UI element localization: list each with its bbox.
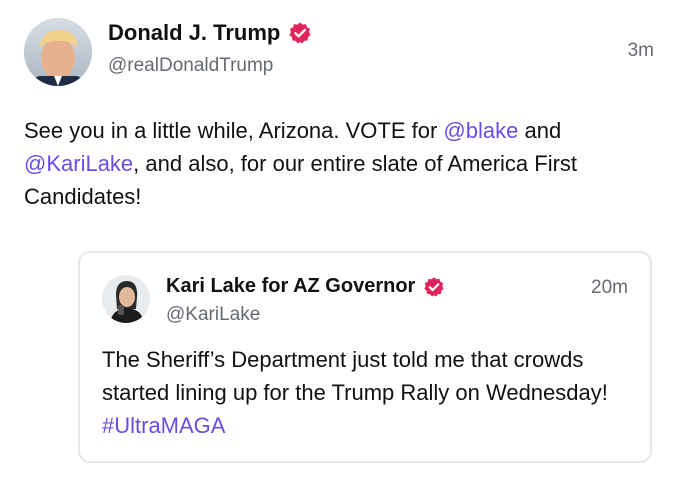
author-name-row: Donald J. Trump <box>108 20 312 46</box>
verified-badge-icon <box>423 276 445 298</box>
quoted-author-handle[interactable]: @KariLake <box>166 304 260 326</box>
quoted-author-name-row: Kari Lake for AZ Governor <box>166 275 445 298</box>
author-handle[interactable]: @realDonaldTrump <box>108 55 273 77</box>
quoted-post-body: The Sheriff’s Department just told me th… <box>102 343 632 442</box>
author-display-name[interactable]: Donald J. Trump <box>108 20 280 46</box>
post-card: Donald J. Trump @realDonaldTrump 3m See … <box>0 0 680 480</box>
hashtag-link-ultramaga[interactable]: #UltraMAGA <box>102 413 225 438</box>
verified-badge-icon <box>288 21 312 45</box>
quoted-author-avatar[interactable] <box>102 275 150 323</box>
quoted-post-timestamp[interactable]: 20m <box>591 277 628 299</box>
post-body: See you in a little while, Arizona. VOTE… <box>24 114 654 213</box>
quoted-author-display-name[interactable]: Kari Lake for AZ Governor <box>166 275 415 298</box>
mention-link-blake[interactable]: @blake <box>443 118 518 143</box>
mention-link-karilake[interactable]: @KariLake <box>24 151 133 176</box>
quoted-post-card[interactable]: Kari Lake for AZ Governor @KariLake 20m … <box>78 251 652 463</box>
post-timestamp[interactable]: 3m <box>628 40 654 62</box>
author-avatar[interactable] <box>24 18 92 86</box>
post-text-segment: and <box>518 118 562 143</box>
quoted-text-segment: The Sheriff’s Department just told me th… <box>102 347 608 405</box>
post-text-segment: See you in a little while, Arizona. VOTE… <box>24 118 444 143</box>
